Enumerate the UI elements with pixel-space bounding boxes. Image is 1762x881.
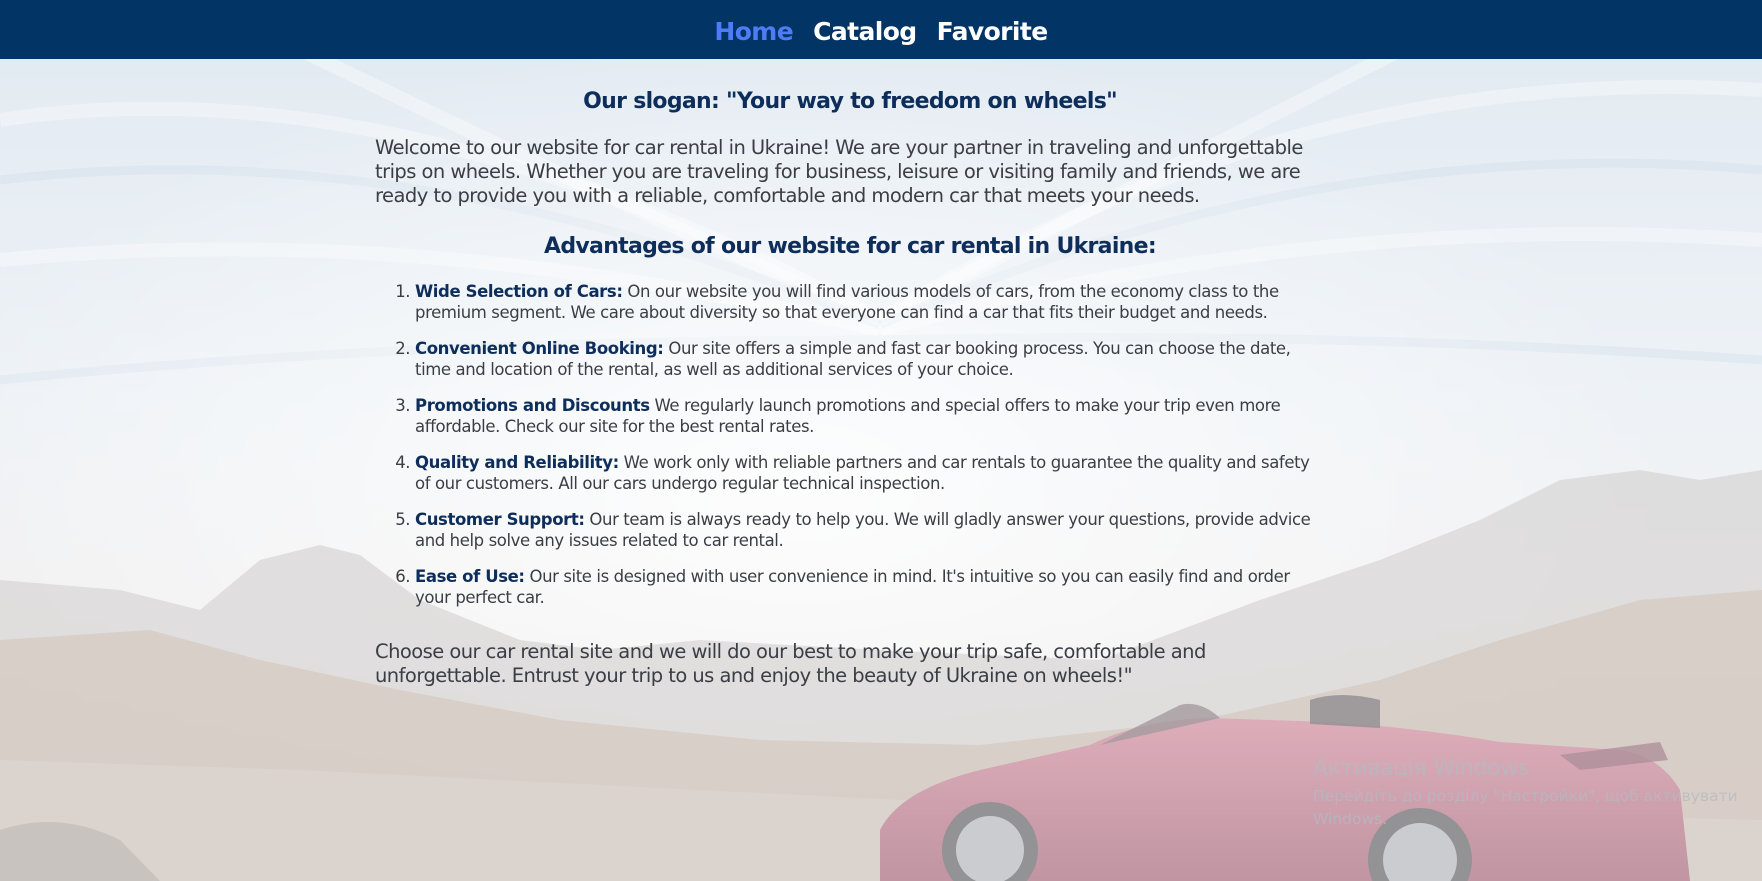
main-content: Our slogan: "Your way to freedom on whee… bbox=[375, 59, 1325, 688]
nav-home-link[interactable]: Home bbox=[714, 13, 793, 46]
list-item: Convenient Online Booking: Our site offe… bbox=[415, 338, 1325, 380]
list-item-lead: Convenient Online Booking: bbox=[415, 339, 664, 358]
list-item: Ease of Use: Our site is designed with u… bbox=[415, 566, 1325, 608]
list-item: Customer Support: Our team is always rea… bbox=[415, 509, 1325, 551]
list-item-lead: Promotions and Discounts bbox=[415, 396, 650, 415]
list-item-lead: Ease of Use: bbox=[415, 567, 525, 586]
list-item: Wide Selection of Cars: On our website y… bbox=[415, 281, 1325, 323]
list-item: Promotions and Discounts We regularly la… bbox=[415, 395, 1325, 437]
intro-paragraph: Welcome to our website for car rental in… bbox=[375, 136, 1303, 207]
nav-favorite-link[interactable]: Favorite bbox=[937, 13, 1049, 46]
list-item-lead: Customer Support: bbox=[415, 510, 585, 529]
nav-catalog-link[interactable]: Catalog bbox=[813, 13, 917, 46]
top-nav: Home Catalog Favorite bbox=[0, 0, 1762, 59]
list-item-lead: Wide Selection of Cars: bbox=[415, 282, 623, 301]
list-item-lead: Quality and Reliability: bbox=[415, 453, 619, 472]
closing-paragraph: Choose our car rental site and we will d… bbox=[375, 640, 1206, 687]
slogan-heading: Our slogan: "Your way to freedom on whee… bbox=[583, 89, 1117, 114]
list-item: Quality and Reliability: We work only wi… bbox=[415, 452, 1325, 494]
watermark-subtitle: Перейдіть до розділу "Настройки", щоб ак… bbox=[1313, 787, 1738, 828]
advantages-list: Wide Selection of Cars: On our website y… bbox=[375, 281, 1325, 608]
list-item-text: Our site is designed with user convenien… bbox=[415, 567, 1290, 607]
watermark-title: Активація Windows bbox=[1313, 756, 1530, 781]
windows-activation-watermark: Активація Windows Перейдіть до розділу "… bbox=[1313, 756, 1753, 831]
advantages-heading: Advantages of our website for car rental… bbox=[544, 234, 1157, 259]
